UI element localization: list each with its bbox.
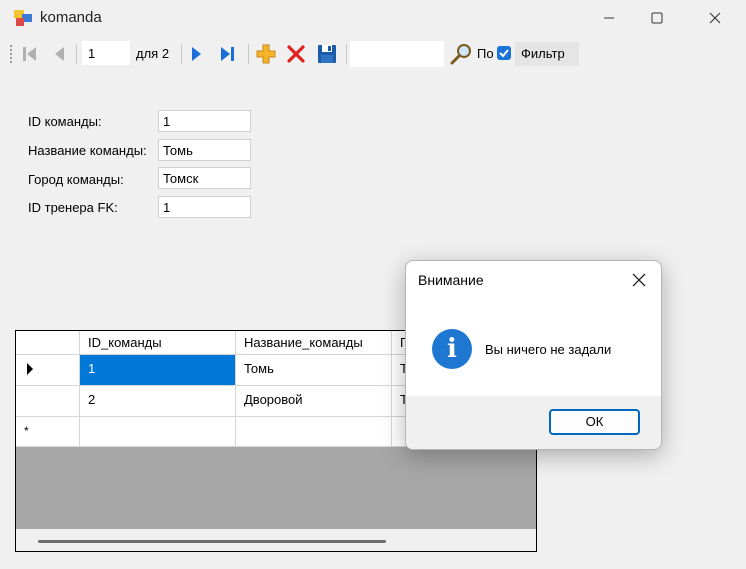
close-button[interactable] <box>692 0 738 36</box>
maximize-button[interactable] <box>634 0 680 36</box>
info-icon: i <box>432 329 472 369</box>
close-icon <box>632 273 646 287</box>
move-last-button[interactable] <box>218 44 238 64</box>
filter-checkbox[interactable] <box>497 46 511 60</box>
move-next-button[interactable] <box>187 44 207 64</box>
toolbar-separator <box>248 44 249 64</box>
message-dialog: Внимание i Вы ничего не задали ОК <box>405 260 662 450</box>
toolbar-grip[interactable] <box>8 43 16 65</box>
current-row-icon <box>27 363 33 375</box>
save-icon <box>318 45 336 63</box>
grid-cell[interactable]: Дворовой <box>236 386 392 417</box>
window-title: komanda <box>40 9 102 26</box>
grid-cell[interactable] <box>236 417 392 447</box>
minimize-icon <box>604 17 614 19</box>
dialog-message: Вы ничего не задали <box>485 342 612 357</box>
checkmark-icon <box>499 49 509 58</box>
row-header[interactable] <box>16 355 80 386</box>
dialog-title: Внимание <box>418 272 484 288</box>
move-next-icon <box>192 47 201 61</box>
position-input[interactable] <box>82 41 130 65</box>
coach-id-field[interactable]: 1 <box>158 196 251 218</box>
field-label-coach-id: ID тренера FK: <box>28 200 118 215</box>
row-header[interactable] <box>16 386 80 417</box>
toolbar-separator <box>346 44 347 64</box>
toolbar-separator <box>76 44 77 64</box>
grid-cell[interactable] <box>80 417 236 447</box>
ok-button[interactable]: ОК <box>549 409 640 435</box>
add-new-button[interactable] <box>255 43 277 65</box>
team-id-field[interactable]: 1 <box>158 110 251 132</box>
team-city-field[interactable]: Томск <box>158 167 251 189</box>
search-label: По <box>477 46 494 61</box>
column-header[interactable]: Название_команды <box>236 331 392 355</box>
column-header[interactable]: ID_команды <box>80 331 236 355</box>
move-first-button[interactable] <box>20 44 40 64</box>
count-label: для 2 <box>136 46 170 61</box>
field-label-team-name: Название команды: <box>28 143 147 158</box>
horizontal-scrollbar[interactable] <box>16 529 536 551</box>
maximize-icon <box>651 12 663 24</box>
toolbar-separator <box>181 44 182 64</box>
plus-icon <box>256 44 276 64</box>
team-name-field[interactable]: Томь <box>158 139 251 161</box>
field-label-team-city: Город команды: <box>28 172 124 187</box>
close-icon <box>709 12 721 24</box>
field-label-team-id: ID команды: <box>28 114 102 129</box>
app-icon <box>14 10 32 26</box>
grid-corner[interactable] <box>16 331 80 355</box>
dialog-close-button[interactable] <box>626 267 652 293</box>
grid-cell[interactable]: 2 <box>80 386 236 417</box>
move-previous-button[interactable] <box>50 44 70 64</box>
search-icon <box>450 44 471 65</box>
minimize-button[interactable] <box>586 0 632 36</box>
move-first-icon <box>23 47 36 61</box>
search-button[interactable] <box>450 42 474 66</box>
search-input[interactable] <box>350 41 444 67</box>
grid-cell[interactable]: Томь <box>236 355 392 386</box>
grid-cell[interactable]: 1 <box>80 355 236 386</box>
move-last-icon <box>221 47 234 61</box>
delete-icon <box>287 45 305 63</box>
save-button[interactable] <box>316 43 338 65</box>
scrollbar-thumb[interactable] <box>38 540 386 543</box>
move-previous-icon <box>55 47 64 61</box>
delete-button[interactable] <box>285 43 307 65</box>
new-row-header[interactable]: * <box>16 417 80 447</box>
filter-label[interactable]: Фильтр <box>515 42 579 66</box>
